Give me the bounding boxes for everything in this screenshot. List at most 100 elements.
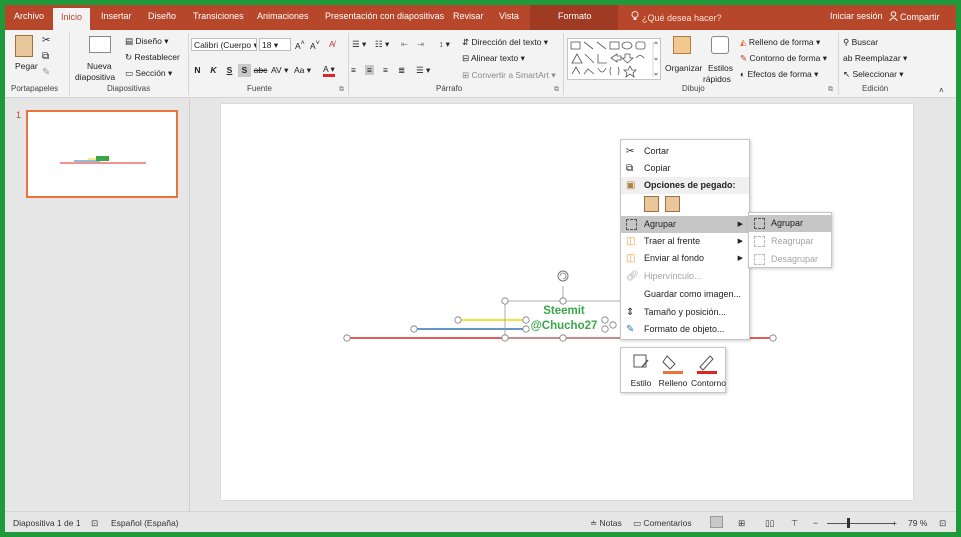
cut-icon[interactable]: ✂ [42,35,50,46]
menu-item-enviar[interactable]: ◫ Enviar al fondo ▶ [621,250,749,267]
decrease-indent-icon[interactable]: ⇤ [401,39,408,50]
shadow-button[interactable]: S [238,64,251,77]
tab-inicio[interactable]: Inicio [53,8,91,30]
change-case-button[interactable]: Aa ▾ [294,65,311,76]
justify-icon[interactable]: ≣ [398,65,405,76]
slide-canvas[interactable]: Steemit @Chucho27 [221,104,913,500]
mini-outline-button[interactable]: Contorno [691,352,726,392]
section-button[interactable]: ▭ Sección ▾ [125,68,172,79]
mini-fill-button[interactable]: Relleno [657,352,689,392]
zoom-slider-thumb[interactable] [847,518,850,528]
quick-styles-label-2[interactable]: rápidos [703,74,731,84]
numbering-icon[interactable]: ☷ ▾ [375,39,389,50]
tab-presentacion[interactable]: Presentación con diapositivas [325,11,444,21]
align-text-button[interactable]: ⊟ Alinear texto ▾ [462,53,525,64]
reset-button[interactable]: ↻ Restablecer [125,52,180,63]
quick-styles-label-1[interactable]: Estilos [708,63,733,73]
tab-formato[interactable]: Formato [558,11,592,21]
bullets-icon[interactable]: ☰ ▾ [352,39,366,50]
line-spacing-icon[interactable]: ↕ ▾ [439,39,450,50]
char-spacing-button[interactable]: AV ▾ [271,65,288,76]
shape-effects-button[interactable]: ◐ Efectos de forma ▾ [740,69,818,80]
italic-button[interactable]: K [207,64,220,77]
tell-me-search[interactable]: ¿Qué desea hacer? [631,11,722,23]
slideshow-icon[interactable]: ⊤ [791,518,798,529]
tab-vista[interactable]: Vista [499,11,519,21]
smartart-button[interactable]: ⊞ Convertir a SmartArt ▾ [462,70,556,81]
paste-option-keep-icon[interactable] [644,196,659,212]
arrange-button[interactable]: Organizar [665,63,702,73]
grow-font-icon[interactable]: A˄ [295,39,305,51]
replace-button[interactable]: ab Reemplazar ▾ [843,53,907,64]
menu-item-tamano[interactable]: ⇕ Tamaño y posición... [621,304,749,321]
tab-diseno[interactable]: Diseño [148,11,176,21]
arrange-icon[interactable] [673,36,691,54]
new-slide-label-1[interactable]: Nueva [87,61,112,71]
dialog-launcher-icon[interactable]: ⧉ [828,86,833,94]
font-color-button[interactable]: A ▾ [323,64,335,77]
align-right-icon[interactable]: ≡ [383,65,388,75]
tab-animaciones[interactable]: Animaciones [257,11,309,21]
menu-item-copiar[interactable]: ⧉ Copiar [621,160,749,177]
new-slide-label-2[interactable]: diapositiva [75,72,115,82]
text-direction-button[interactable]: ⇵ Dirección del texto ▾ [462,37,548,48]
align-center-icon[interactable]: ≡ [365,65,374,75]
font-name-combo[interactable]: Calibri (Cuerpo ▾ [191,38,257,51]
quick-styles-icon[interactable] [711,36,729,54]
comments-button[interactable]: ▭ Comentarios [633,518,692,529]
zoom-in-button[interactable]: + [892,518,897,528]
strikethrough-button[interactable]: abc [253,64,268,77]
language-indicator[interactable]: Español (España) [111,518,179,528]
columns-icon[interactable]: ☰ ▾ [416,65,430,76]
zoom-slider-track[interactable] [827,523,894,524]
submenu-item-desagrupar[interactable]: Desagrupar [749,251,831,268]
submenu-item-reagrupar[interactable]: Reagrupar [749,233,831,250]
zoom-out-button[interactable]: − [813,518,818,528]
shrink-font-icon[interactable]: A˅ [310,39,320,51]
tab-archivo[interactable]: Archivo [14,11,44,21]
tab-transiciones[interactable]: Transiciones [193,11,244,21]
shape-fill-button[interactable]: ◭ Relleno de forma ▾ [740,37,820,48]
normal-view-icon[interactable] [710,516,723,528]
find-button[interactable]: ⚲ Buscar [843,37,878,48]
font-size-combo[interactable]: 18 ▾ [259,38,291,51]
tab-insertar[interactable]: Insertar [101,11,132,21]
clear-format-icon[interactable]: A̸ [329,39,335,49]
zoom-level[interactable]: 79 % [908,518,927,528]
copy-icon[interactable]: ⧉ [42,51,49,62]
shape-outline-button[interactable]: ✎ Contorno de forma ▾ [740,53,827,64]
align-left-icon[interactable]: ≡ [351,65,356,75]
paste-icon[interactable] [15,35,33,57]
menu-item-hipervinculo[interactable]: 🔗︎ Hipervínculo... [621,268,749,285]
shapes-gallery[interactable] [567,38,661,80]
new-slide-icon[interactable] [89,36,111,53]
reading-view-icon[interactable]: ▯▯ [765,518,774,529]
dialog-launcher-icon[interactable]: ⧉ [554,86,559,94]
bold-button[interactable]: N [191,64,204,77]
tab-revisar[interactable]: Revisar [453,11,484,21]
underline-button[interactable]: S [223,64,236,77]
collapse-ribbon-icon[interactable]: ˄ [939,86,944,95]
menu-item-guardar-imagen[interactable]: Guardar como imagen... [621,286,749,303]
submenu-item-agrupar[interactable]: Agrupar [749,215,831,232]
increase-indent-icon[interactable]: ⇥ [417,39,424,50]
mini-style-button[interactable]: Estilo [625,352,657,392]
fit-slide-icon[interactable]: ⊡ [939,518,946,529]
slide-sorter-icon[interactable]: ⊞ [738,518,745,529]
notes-button[interactable]: ≐ Notas [590,518,622,529]
steemit-textbox[interactable]: Steemit @Chucho27 [513,304,615,334]
spellcheck-icon[interactable]: ⊡ [91,518,98,529]
menu-item-traer[interactable]: ◫ Traer al frente ▶ [621,233,749,250]
menu-item-cortar[interactable]: ✂ Cortar [621,143,749,160]
signin-link[interactable]: Iniciar sesión [830,11,883,21]
layout-button[interactable]: ▤ Diseño ▾ [125,36,169,47]
menu-item-agrupar[interactable]: Agrupar ▶ [621,216,749,233]
rotate-handle-icon[interactable] [557,270,569,282]
share-button[interactable]: Compartir [889,11,940,22]
menu-item-formato-objeto[interactable]: ✎ Formato de objeto... [621,321,749,338]
dialog-launcher-icon[interactable]: ⧉ [339,86,344,94]
paste-option-picture-icon[interactable] [665,196,680,212]
slide-thumbnail[interactable] [26,110,178,198]
format-painter-icon[interactable]: ✎ [42,67,50,78]
paste-button[interactable]: Pegar [15,61,38,71]
